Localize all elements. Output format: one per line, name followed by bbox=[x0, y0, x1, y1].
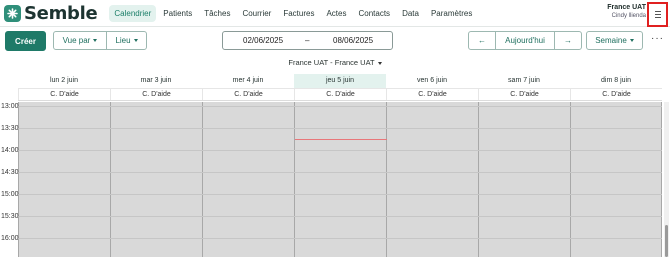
chevron-down-icon bbox=[629, 39, 634, 42]
day-header[interactable]: mer 4 juin bbox=[202, 74, 294, 88]
nav-calendrier[interactable]: Calendrier bbox=[109, 4, 157, 22]
previous-week-button[interactable]: ← bbox=[468, 31, 496, 50]
staff-label: C. D'aide bbox=[478, 89, 570, 100]
time-slot-line bbox=[18, 150, 662, 151]
day-headers: lun 2 juin mar 3 juin mer 4 juin jeu 5 j… bbox=[18, 74, 662, 88]
time-slot-line bbox=[18, 216, 662, 217]
next-week-button[interactable]: → bbox=[554, 31, 582, 50]
day-column-divider bbox=[478, 102, 479, 257]
staff-label: C. D'aide bbox=[110, 89, 202, 100]
time-label: 14:00 bbox=[1, 147, 19, 154]
time-label: 14:30 bbox=[1, 169, 19, 176]
arrow-left-icon: ← bbox=[478, 36, 486, 45]
nav-actes[interactable]: Actes bbox=[321, 5, 351, 22]
day-header[interactable]: sam 7 juin bbox=[478, 74, 570, 88]
brand-name: Semble bbox=[24, 2, 98, 24]
staff-label: C. D'aide bbox=[202, 89, 294, 100]
time-slot-line bbox=[18, 128, 662, 129]
create-button[interactable]: Créer bbox=[5, 31, 46, 51]
menu-icon bbox=[654, 11, 661, 12]
top-navigation-bar: Semble Calendrier Patients Tâches Courri… bbox=[0, 0, 670, 27]
user-name: Cindy llienda bbox=[611, 13, 646, 19]
week-view-dropdown[interactable]: Semaine bbox=[586, 31, 643, 50]
time-label: 15:00 bbox=[1, 191, 19, 198]
calendar-grid[interactable] bbox=[18, 102, 662, 257]
day-header-today[interactable]: jeu 5 juin bbox=[294, 74, 386, 88]
nav-patients[interactable]: Patients bbox=[158, 5, 197, 22]
location-selector[interactable]: France UAT - France UAT bbox=[0, 58, 670, 67]
day-header[interactable]: ven 6 juin bbox=[386, 74, 478, 88]
logo-icon bbox=[4, 4, 21, 22]
hamburger-menu-button[interactable] bbox=[647, 2, 668, 27]
nav-courrier[interactable]: Courrier bbox=[237, 5, 276, 22]
arrow-right-icon: → bbox=[564, 36, 572, 45]
staff-label: C. D'aide bbox=[18, 89, 110, 100]
nav-data[interactable]: Data bbox=[397, 5, 424, 22]
day-column-divider bbox=[386, 102, 387, 257]
time-slot-line bbox=[18, 172, 662, 173]
staff-label: C. D'aide bbox=[294, 89, 386, 100]
time-label: 13:00 bbox=[1, 103, 19, 110]
time-slot-line bbox=[18, 238, 662, 239]
day-column-divider bbox=[294, 102, 295, 257]
nav-contacts[interactable]: Contacts bbox=[353, 5, 395, 22]
day-header[interactable]: dim 8 juin bbox=[570, 74, 662, 88]
day-column-divider bbox=[570, 102, 571, 257]
date-separator: – bbox=[305, 36, 310, 45]
user-info[interactable]: France UAT Cindy llienda bbox=[607, 4, 646, 19]
today-button[interactable]: Aujourd'hui bbox=[495, 31, 555, 50]
scrollbar-thumb[interactable] bbox=[665, 225, 668, 257]
day-column-divider bbox=[110, 102, 111, 257]
nav-factures[interactable]: Factures bbox=[278, 5, 319, 22]
staff-label: C. D'aide bbox=[386, 89, 478, 100]
day-column-divider bbox=[661, 102, 662, 257]
chevron-down-icon bbox=[133, 39, 138, 42]
date-end[interactable]: 08/06/2025 bbox=[333, 36, 373, 45]
place-dropdown[interactable]: Lieu bbox=[106, 31, 147, 50]
time-slot-line bbox=[18, 194, 662, 195]
semble-logo[interactable]: Semble bbox=[4, 2, 98, 24]
main-nav: Calendrier Patients Tâches Courrier Fact… bbox=[109, 4, 479, 22]
time-label: 16:00 bbox=[1, 235, 19, 242]
day-header[interactable]: mar 3 juin bbox=[110, 74, 202, 88]
chevron-down-icon bbox=[377, 61, 382, 65]
more-options-icon[interactable]: ··· bbox=[651, 33, 664, 44]
time-slot-line bbox=[18, 106, 662, 107]
date-start[interactable]: 02/06/2025 bbox=[243, 36, 283, 45]
nav-taches[interactable]: Tâches bbox=[199, 5, 235, 22]
nav-parametres[interactable]: Paramètres bbox=[426, 5, 477, 22]
time-label: 15:30 bbox=[1, 213, 19, 220]
view-by-dropdown[interactable]: Vue par bbox=[53, 31, 107, 50]
staff-label: C. D'aide bbox=[570, 89, 662, 100]
current-time-indicator bbox=[295, 139, 387, 140]
time-label: 13:30 bbox=[1, 125, 19, 132]
staff-row: C. D'aide C. D'aide C. D'aide C. D'aide … bbox=[18, 88, 662, 101]
chevron-down-icon bbox=[93, 39, 98, 42]
user-organization: France UAT bbox=[607, 4, 646, 11]
day-column-divider bbox=[202, 102, 203, 257]
day-header[interactable]: lun 2 juin bbox=[18, 74, 110, 88]
date-range-picker[interactable]: 02/06/2025 – 08/06/2025 bbox=[222, 31, 393, 50]
